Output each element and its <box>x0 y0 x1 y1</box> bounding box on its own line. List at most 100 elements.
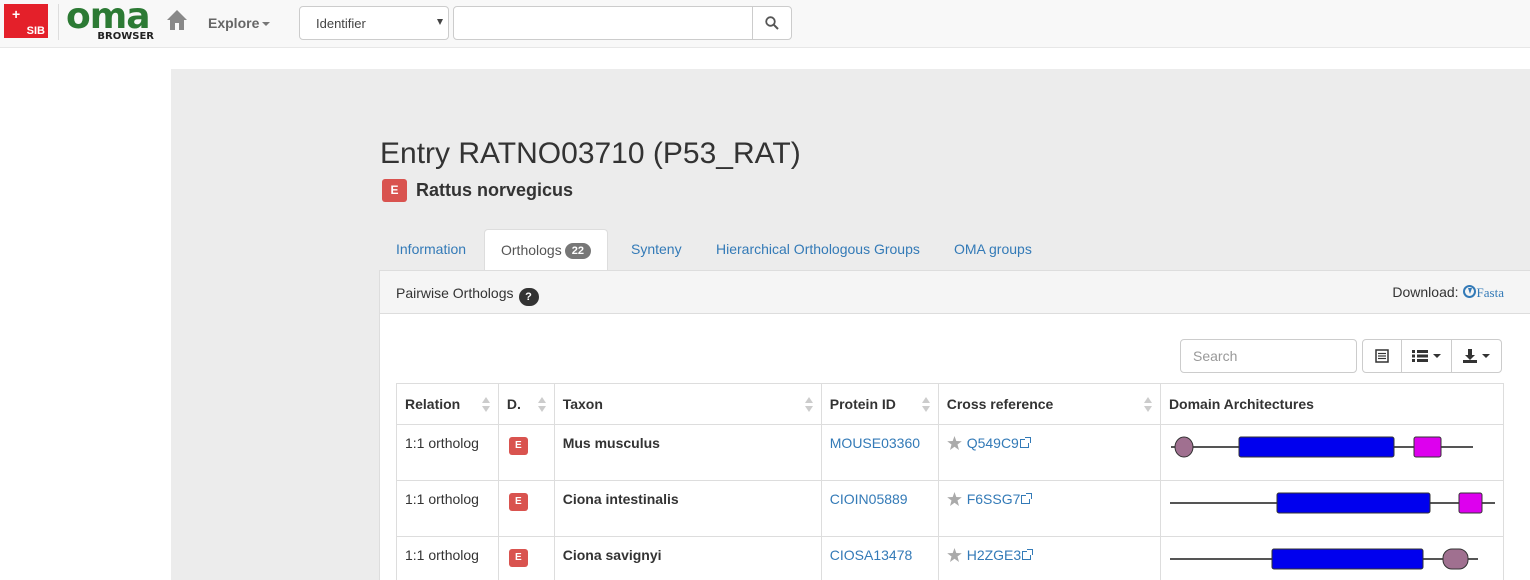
explore-label: Explore <box>208 15 260 31</box>
sib-star-icon: + <box>12 6 21 22</box>
taxon-cell: Ciona savignyi <box>553 536 822 580</box>
xref-link[interactable]: H2ZGE3 <box>967 547 1021 563</box>
table-row: 1:1 ortholog E Ciona savignyi CIOSA13478… <box>396 536 1505 580</box>
external-link-icon <box>1022 549 1034 560</box>
chevron-down-icon <box>1433 354 1441 358</box>
header-label: D. <box>506 396 521 412</box>
tab-label: Hierarchical Orthologous Groups <box>716 241 920 257</box>
list-alt-icon <box>1375 349 1389 363</box>
column-header-relation[interactable]: Relation <box>396 383 499 425</box>
search-icon <box>765 16 779 30</box>
panel-title-text: Pairwise Orthologs <box>396 285 514 301</box>
star-icon <box>946 436 962 450</box>
orthologs-table: Relation D. Taxon Protein ID Cross refer… <box>396 383 1505 580</box>
help-icon[interactable]: ? <box>518 288 539 306</box>
relation-cell: 1:1 ortholog <box>396 536 499 580</box>
domain-architecture-diagram <box>1170 436 1473 458</box>
home-icon[interactable] <box>166 9 188 31</box>
kingdom-badge: E <box>508 493 528 511</box>
sort-icon <box>921 397 930 413</box>
protein-id-link[interactable]: CIOSA13478 <box>830 547 913 563</box>
search-input[interactable] <box>453 6 753 40</box>
xref-link[interactable]: F6SSG7 <box>967 491 1021 507</box>
page-title: Entry RATNO03710 (P53_RAT) <box>380 137 801 170</box>
column-header-domain[interactable]: D. <box>497 383 555 425</box>
export-dropdown-button[interactable] <box>1451 339 1502 373</box>
toggle-view-button[interactable] <box>1362 339 1402 373</box>
domain-architecture-cell <box>1159 424 1505 481</box>
domain-box <box>1458 492 1483 514</box>
columns-dropdown-button[interactable] <box>1401 339 1452 373</box>
table-row: 1:1 ortholog E Ciona intestinalis CIOIN0… <box>396 480 1505 537</box>
domain-box <box>1238 436 1395 458</box>
tab-label: Orthologs <box>501 242 562 258</box>
column-header-domain-architectures: Domain Architectures <box>1159 383 1505 425</box>
oma-browser-logo[interactable]: oma BROWSER <box>66 0 156 42</box>
domain-architecture-cell <box>1159 536 1505 580</box>
domain-box <box>1271 548 1424 570</box>
th-list-icon <box>1412 350 1428 362</box>
header-label: Cross reference <box>946 396 1054 412</box>
domain-ellipse <box>1174 436 1194 458</box>
sort-icon <box>537 397 546 413</box>
protein-id-link[interactable]: CIOIN05889 <box>830 491 908 507</box>
tab-hogs[interactable]: Hierarchical Orthologous Groups <box>700 229 936 271</box>
search-button[interactable] <box>752 6 792 40</box>
tab-oma-groups[interactable]: OMA groups <box>938 229 1048 271</box>
column-header-taxon[interactable]: Taxon <box>553 383 822 425</box>
column-header-protein-id[interactable]: Protein ID <box>820 383 939 425</box>
table-row: 1:1 ortholog E Mus musculus MOUSE03360 Q… <box>396 424 1505 481</box>
header-label: Domain Architectures <box>1168 396 1314 412</box>
tab-label: Information <box>396 241 467 257</box>
export-icon <box>1463 349 1477 363</box>
protein-id-cell: CIOIN05889 <box>820 480 939 537</box>
xref-link[interactable]: Q549C9 <box>967 435 1019 451</box>
chevron-down-icon <box>262 22 271 27</box>
select-arrow-icon <box>437 19 443 25</box>
external-link-icon <box>1019 437 1031 448</box>
sort-icon <box>481 397 490 413</box>
download-icon[interactable] <box>1462 285 1476 298</box>
table-header-row: Relation D. Taxon Protein ID Cross refer… <box>396 383 1505 425</box>
domain-architecture-cell <box>1159 480 1505 537</box>
top-navbar: + SIB oma BROWSER Explore Identifier <box>0 0 1530 48</box>
sort-icon <box>804 397 813 413</box>
search-type-select[interactable]: Identifier <box>299 6 449 40</box>
external-link-icon <box>1021 493 1033 504</box>
tab-information[interactable]: Information <box>380 229 482 271</box>
protein-id-cell: CIOSA13478 <box>820 536 939 580</box>
table-search-input[interactable]: Search <box>1180 339 1357 373</box>
tab-synteny[interactable]: Synteny <box>615 229 698 271</box>
tab-orthologs[interactable]: Orthologs 22 <box>484 229 608 271</box>
domain-box <box>1276 492 1431 514</box>
relation-cell: 1:1 ortholog <box>396 480 499 537</box>
xref-cell: F6SSG7 <box>937 480 1161 537</box>
logo-divider <box>58 4 59 40</box>
header-label: Protein ID <box>829 396 896 412</box>
search-placeholder: Search <box>1193 348 1238 364</box>
xref-cell: H2ZGE3 <box>937 536 1161 580</box>
domain-cell: E <box>497 480 555 537</box>
download-label: Download: <box>1392 284 1459 300</box>
protein-id-link[interactable]: MOUSE03360 <box>830 435 920 451</box>
entry-tabs: Information Orthologs 22 Synteny Hierarch… <box>380 229 1530 271</box>
explore-menu[interactable]: Explore <box>208 15 271 31</box>
taxon-cell: Ciona intestinalis <box>553 480 822 537</box>
search-type-value: Identifier <box>316 16 366 31</box>
sib-logo[interactable]: + SIB <box>4 4 48 38</box>
download-section: Download: Fasta <box>1392 284 1504 301</box>
star-icon <box>946 548 962 562</box>
taxon-cell: Mus musculus <box>553 424 822 481</box>
sort-icon <box>1143 397 1152 413</box>
kingdom-badge: E <box>508 437 528 455</box>
domain-architecture-diagram <box>1169 492 1495 514</box>
table-toolbar <box>1362 339 1502 373</box>
protein-id-cell: MOUSE03360 <box>820 424 939 481</box>
orthologs-count-badge: 22 <box>564 243 591 259</box>
relation-cell: 1:1 ortholog <box>396 424 499 481</box>
domain-cell: E <box>497 424 555 481</box>
fasta-download-link[interactable]: Fasta <box>1477 285 1504 300</box>
domain-cell: E <box>497 536 555 580</box>
sib-logo-text: SIB <box>26 25 45 37</box>
column-header-cross-reference[interactable]: Cross reference <box>937 383 1161 425</box>
